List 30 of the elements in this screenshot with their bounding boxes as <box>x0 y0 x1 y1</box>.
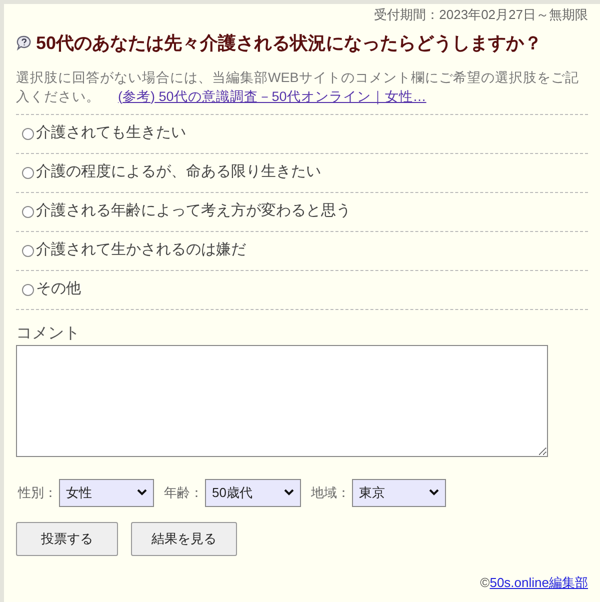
select-label: 年齢： <box>164 484 203 502</box>
question-title: 50代のあなたは先々介護される状況になったらどうしますか？ <box>36 32 542 55</box>
answer-option[interactable]: 介護される年齢によって考え方が変わると思う <box>16 192 588 232</box>
dropdown[interactable]: 東京 <box>352 478 446 506</box>
radio-button[interactable] <box>22 166 34 178</box>
description-text: 選択肢に回答がない場合には、当編集部WEBサイトのコメント欄にご希望の選択肢をご記入ください。 (参考) 50代の意識調査－50代オンライン｜女性… <box>16 68 580 106</box>
dropdown[interactable]: 女性 <box>59 478 154 506</box>
radio-button[interactable] <box>22 244 34 256</box>
copyright-mark: © <box>480 574 490 592</box>
chevron-down-icon <box>137 489 147 496</box>
reference-link[interactable]: (参考) 50代の意識調査－50代オンライン｜女性… <box>118 88 426 104</box>
editor-link[interactable]: 50s.online編集部 <box>490 572 588 592</box>
select-label: 性別： <box>18 484 57 502</box>
comment-field[interactable] <box>16 344 548 456</box>
answer-option[interactable]: 介護されても生きたい <box>16 114 588 154</box>
dropdown[interactable]: 50歳代 <box>205 478 301 506</box>
comment-label: コメント <box>16 324 81 344</box>
answer-option[interactable]: その他 <box>16 270 588 310</box>
question-icon <box>16 35 32 51</box>
radio-button[interactable] <box>22 128 34 140</box>
period-text: 受付期間：2023年02月27日～無期限 <box>374 6 588 24</box>
vote-button[interactable]: 投票する <box>16 522 118 556</box>
answer-option[interactable]: 介護されて生かされるのは嫌だ <box>16 232 588 270</box>
answer-option[interactable]: 介護の程度によるが、命ある限り生きたい <box>16 154 588 192</box>
radio-button[interactable] <box>22 284 34 296</box>
results-button[interactable]: 結果を見る <box>131 522 237 556</box>
select-label: 地域： <box>311 484 350 502</box>
radio-button[interactable] <box>22 206 34 218</box>
chevron-down-icon <box>284 489 294 496</box>
chevron-down-icon <box>429 489 439 496</box>
